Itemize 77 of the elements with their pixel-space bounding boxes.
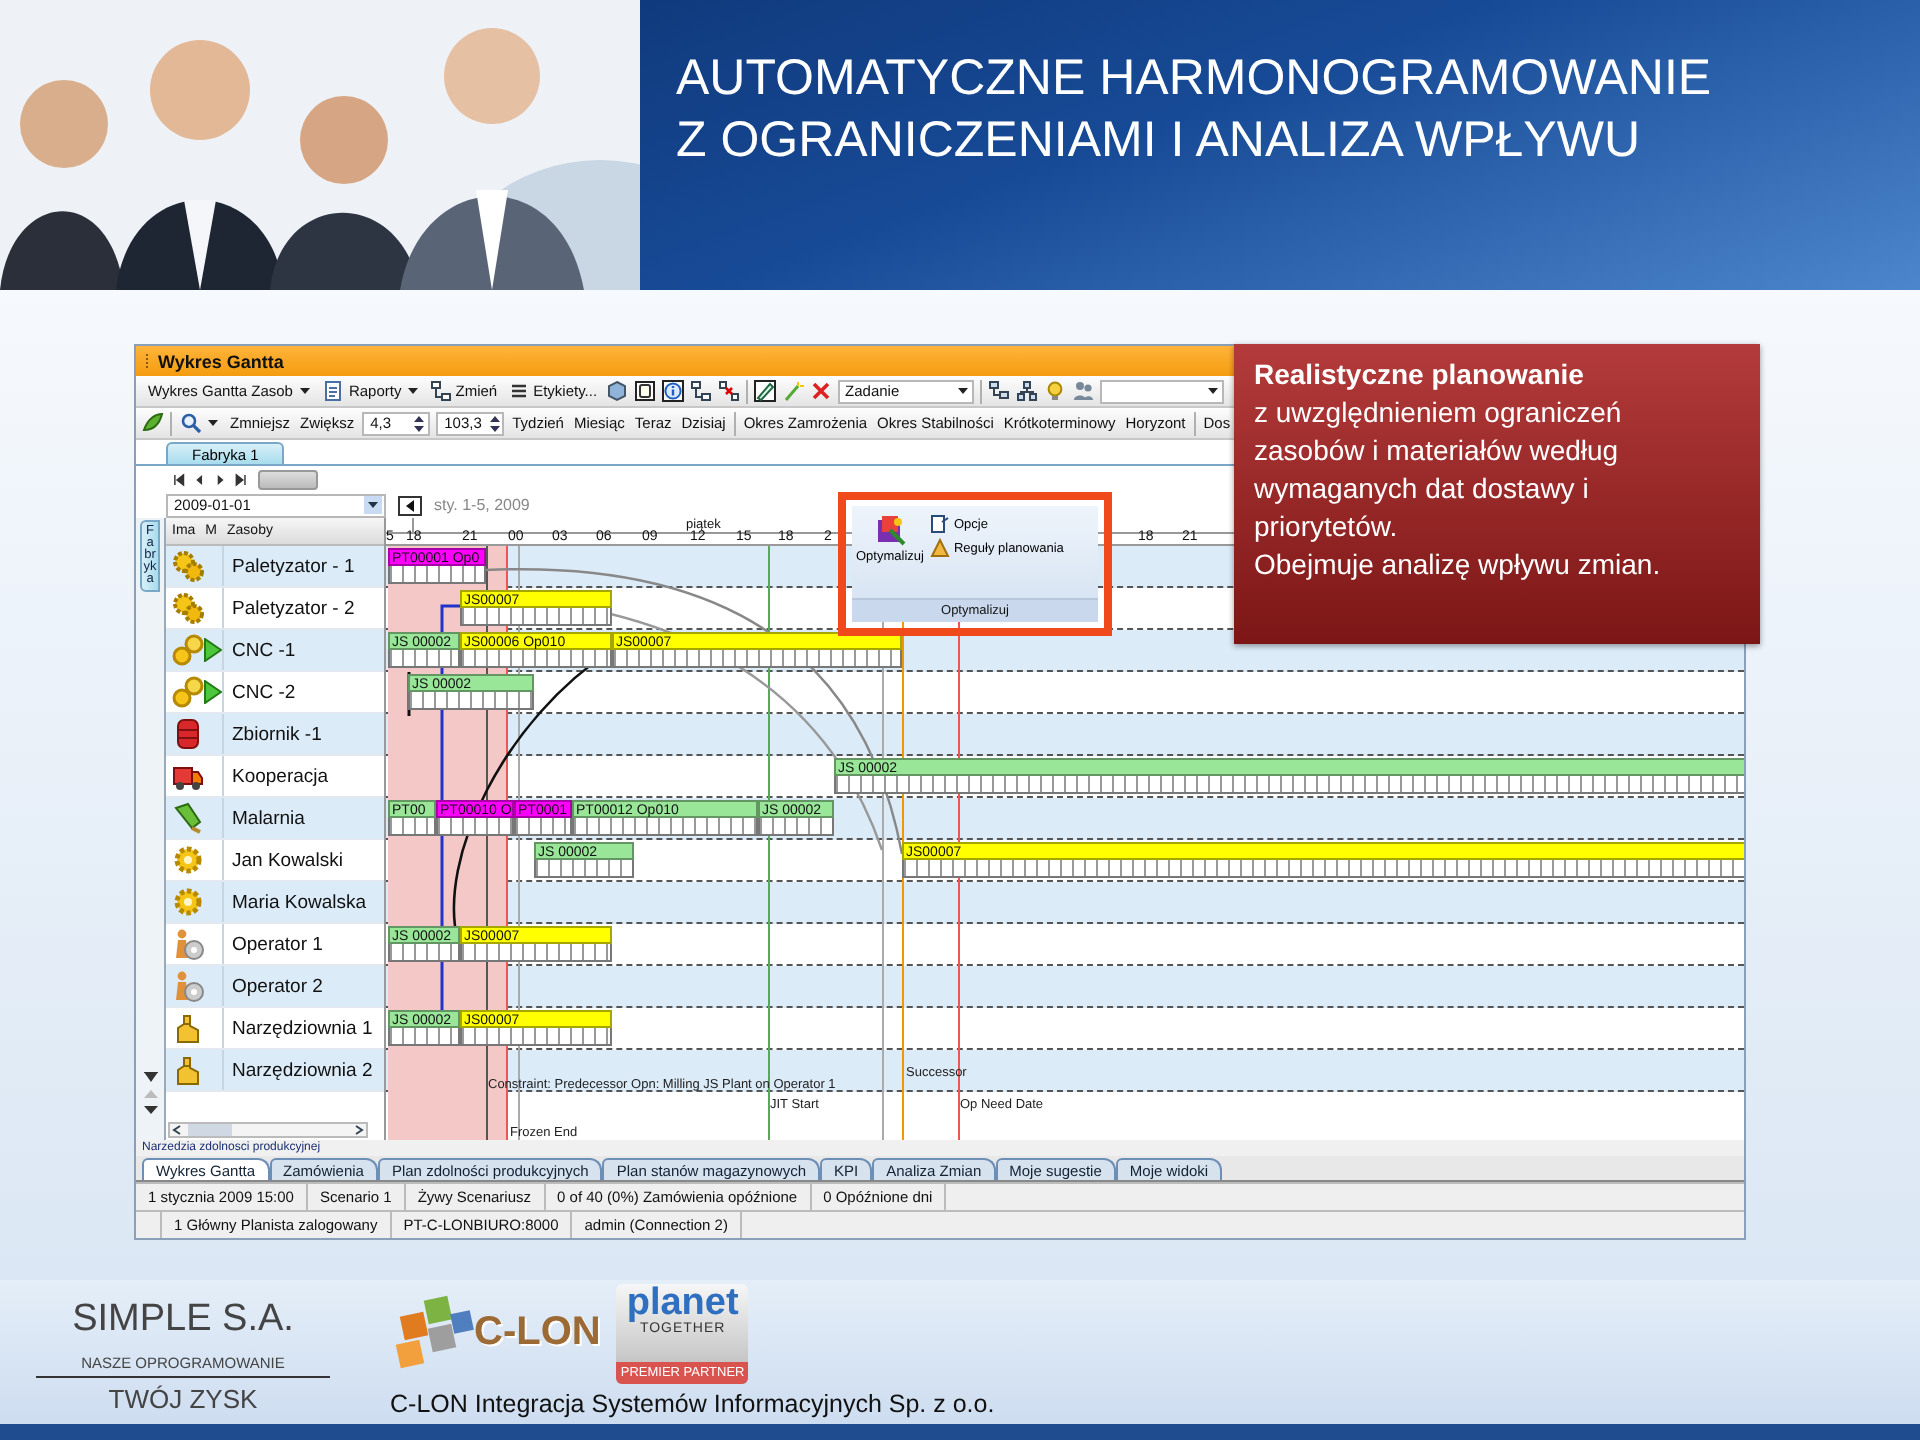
scroll-thumb[interactable] <box>258 469 318 489</box>
hierarchy-icon[interactable] <box>987 380 1010 402</box>
resource-name[interactable]: CNC -2 <box>222 672 384 712</box>
previous-icon[interactable] <box>192 471 208 487</box>
spinner-arrows-icon <box>487 413 502 433</box>
brush-icon <box>172 802 204 834</box>
cogs-icon <box>172 634 204 666</box>
cogs-icon <box>172 676 204 708</box>
caret-icon <box>955 384 970 398</box>
slot-grid <box>534 860 634 878</box>
scroll-down-icon[interactable] <box>143 1072 157 1084</box>
people-icon[interactable] <box>1071 380 1094 402</box>
logo-text: C-LON <box>474 1309 601 1355</box>
worker-icon <box>172 928 204 960</box>
horizontal-scrollbar[interactable] <box>168 1122 368 1138</box>
previous-button[interactable] <box>398 495 422 515</box>
slide-title: AUTOMATYCZNE HARMONOGRAMOWANIE Z OGRANICZENIAMI I ANALIZA WPŁYWU <box>674 48 1712 172</box>
dropdown-arrow-icon <box>364 496 382 514</box>
company-caption: C-LON Integracja Systemów Informacyjnych Sp. z o.o. <box>390 1390 995 1418</box>
scroll-down-icon[interactable] <box>143 1104 157 1116</box>
search-button[interactable] <box>178 410 222 436</box>
next-icon[interactable] <box>212 471 228 487</box>
callout-text: z uwzględnieniem ograniczeń zasobów i materiałów według wymaganych dat dostawy i priorytetów. <box>1254 394 1624 546</box>
window-title: Wykres Gantta <box>158 351 284 371</box>
note-icon[interactable] <box>633 380 656 402</box>
info-icon[interactable] <box>661 380 684 402</box>
caret-icon <box>1205 384 1220 398</box>
optimize-icon <box>873 514 906 546</box>
resource-name[interactable]: Operator 2 <box>222 966 384 1006</box>
caret-icon <box>206 416 220 430</box>
resource-name[interactable]: Malarnia <box>222 798 384 838</box>
callout-text: Obejmuje analizę wpływu zmian. <box>1254 546 1663 584</box>
tank-icon <box>172 718 204 750</box>
pen-icon[interactable] <box>753 380 776 402</box>
search-icon <box>180 412 202 434</box>
diagram-icon[interactable] <box>689 380 712 402</box>
resource-name[interactable]: Operator 1 <box>222 924 384 964</box>
logo-text: planet <box>626 1284 739 1322</box>
diagram-icon <box>429 380 452 402</box>
list-icon <box>507 380 530 402</box>
callout-heading: Realistyczne planowanie <box>1254 356 1586 394</box>
delete-icon[interactable] <box>809 380 832 402</box>
resource-name[interactable]: Maria Kowalska <box>222 882 384 922</box>
network-icon[interactable] <box>1015 380 1038 402</box>
worker-icon <box>172 970 204 1002</box>
cube-icon[interactable] <box>605 380 628 402</box>
slot-grid <box>388 566 486 584</box>
resource-name[interactable]: CNC -1 <box>222 630 384 670</box>
gears-icon <box>172 592 204 624</box>
gear-icon <box>172 886 204 918</box>
first-page-icon[interactable] <box>172 471 188 487</box>
slot-grid <box>408 692 534 710</box>
company-name: SIMPLE S.A. <box>72 1298 294 1342</box>
gears-icon <box>172 550 204 582</box>
resource-name[interactable]: Paletyzator - 2 <box>222 588 384 628</box>
resource-name[interactable]: Paletyzator - 1 <box>222 546 384 586</box>
options-icon <box>929 514 950 534</box>
last-page-icon[interactable] <box>232 471 248 487</box>
caret-icon <box>405 384 420 398</box>
resource-name[interactable]: Zbiornik -1 <box>222 714 384 754</box>
unlink-icon[interactable] <box>717 380 740 402</box>
rules-icon <box>929 538 950 558</box>
caret-icon <box>298 384 313 398</box>
resource-name[interactable]: Jan Kowalski <box>222 840 384 880</box>
date-range: sty. 1-5, 2009 <box>434 496 530 514</box>
tagline: TWÓJ ZYSK <box>108 1384 258 1414</box>
resource-name[interactable]: Narzędziownia 2 <box>222 1050 384 1090</box>
gear-icon <box>172 844 204 876</box>
grip-icon[interactable] <box>144 351 150 371</box>
leaf-icon[interactable] <box>142 412 164 434</box>
tool-icon <box>172 1012 204 1044</box>
resource-name[interactable]: Kooperacja <box>222 756 384 796</box>
tool-icon <box>172 1054 204 1086</box>
left-arrow-icon <box>405 499 415 511</box>
resource-name[interactable]: Narzędziownia 1 <box>222 1008 384 1048</box>
document-icon <box>322 380 345 402</box>
spinner-arrows-icon <box>412 413 427 433</box>
